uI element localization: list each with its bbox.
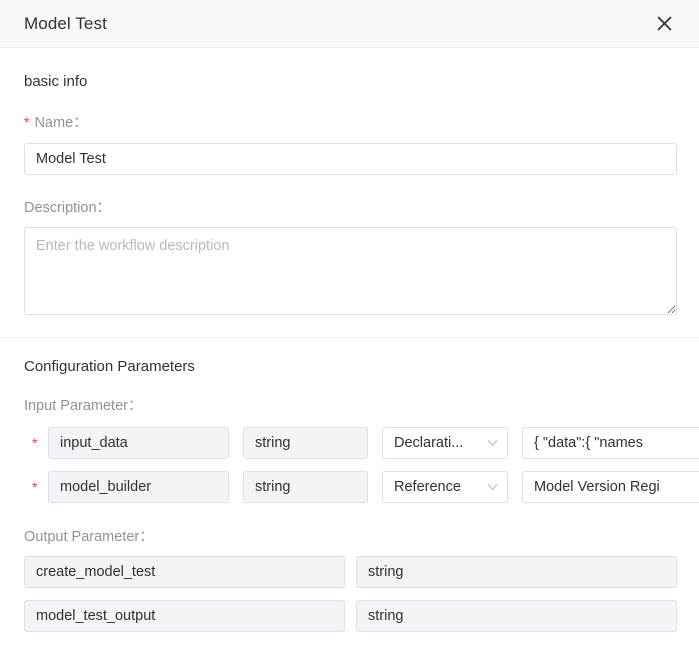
output-parameter-row: model_test_output string xyxy=(24,600,677,632)
dialog-header: Model Test xyxy=(0,0,699,48)
input-param-source-value: Reference xyxy=(394,478,461,495)
output-param-name-field[interactable]: create_model_test xyxy=(24,556,345,588)
input-param-type-field[interactable]: string xyxy=(243,470,368,503)
description-label: Description： xyxy=(24,199,677,216)
description-textarea[interactable] xyxy=(24,227,677,315)
required-asterisk-input-0: * xyxy=(32,434,38,451)
output-parameter-row: create_model_test string xyxy=(24,556,677,588)
input-param-value-field[interactable]: { "data":{ "names xyxy=(522,426,699,459)
name-label-text: Name： xyxy=(34,115,88,131)
basic-info-section: basic info * Name： Description： xyxy=(0,48,699,315)
output-param-name-field[interactable]: model_test_output xyxy=(24,600,345,632)
basic-info-title: basic info xyxy=(24,73,88,90)
input-param-source-value: Declarati... xyxy=(394,434,464,451)
configuration-section: Configuration Parameters Input Parameter… xyxy=(0,338,699,632)
dialog-title: Model Test xyxy=(24,14,107,33)
required-asterisk-name: * xyxy=(24,114,30,130)
input-parameter-label-text: Input Parameter： xyxy=(24,398,143,414)
output-param-type-field[interactable]: string xyxy=(356,600,677,632)
input-param-type-field[interactable]: string xyxy=(243,426,368,459)
required-asterisk-input-1: * xyxy=(32,478,38,495)
output-parameter-label: Output Parameter： xyxy=(24,528,677,545)
chevron-down-icon xyxy=(487,483,498,491)
input-parameter-row: * model_builder string Reference Model V… xyxy=(24,470,699,503)
input-param-name-field[interactable]: model_builder xyxy=(48,470,229,503)
input-param-name-field[interactable]: input_data xyxy=(48,426,229,459)
chevron-down-icon xyxy=(487,439,498,447)
description-label-text: Description： xyxy=(24,199,112,216)
output-parameter-label-text: Output Parameter： xyxy=(24,528,154,545)
input-param-source-select[interactable]: Reference xyxy=(382,470,508,503)
output-param-type-field[interactable]: string xyxy=(356,556,677,588)
input-parameter-label: Input Parameter： xyxy=(24,399,677,414)
name-label: * Name： xyxy=(24,115,677,131)
close-icon[interactable] xyxy=(651,11,677,37)
name-input[interactable] xyxy=(24,142,677,175)
configuration-title: Configuration Parameters xyxy=(24,358,195,375)
input-param-value-field[interactable]: Model Version Regi xyxy=(522,470,699,503)
input-param-source-select[interactable]: Declarati... xyxy=(382,426,508,459)
model-test-dialog: Model Test basic info * Name： Descriptio… xyxy=(0,0,699,651)
input-parameter-row: * input_data string Declarati... { "data… xyxy=(24,426,699,459)
dialog-body: basic info * Name： Description： Configur… xyxy=(0,48,699,651)
